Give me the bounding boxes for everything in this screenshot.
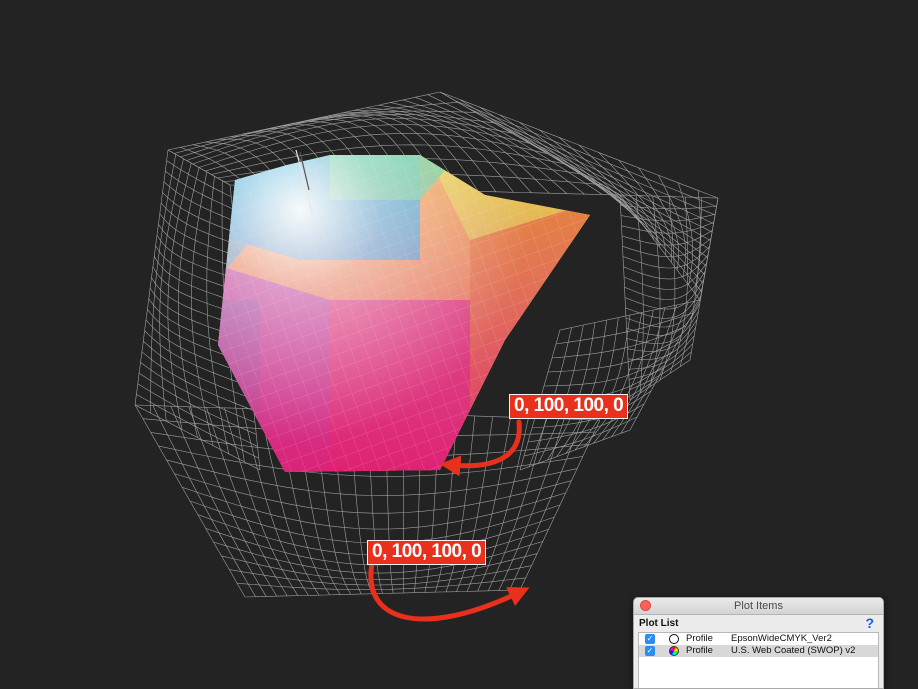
list-item[interactable]: ✓ Profile EpsonWideCMYK_Ver2 <box>639 633 878 645</box>
item-name: U.S. Web Coated (SWOP) v2 <box>731 645 856 656</box>
panel-titlebar[interactable]: Plot Items <box>634 598 883 615</box>
item-type: Profile <box>686 645 713 656</box>
inner-gamut-solid <box>218 155 590 472</box>
checkbox-icon[interactable]: ✓ <box>645 646 655 656</box>
callout-label-inner: 0, 100, 100, 0 <box>509 394 629 419</box>
outline-circle-icon <box>669 634 679 644</box>
plot-items-panel[interactable]: Plot Items Plot List ? ✓ Profile EpsonWi… <box>633 597 884 689</box>
plot-list[interactable]: ✓ Profile EpsonWideCMYK_Ver2 ✓ Profile U… <box>638 632 879 688</box>
gamut-3d-viewport[interactable] <box>0 0 918 675</box>
item-type: Profile <box>686 633 713 644</box>
color-wheel-icon <box>669 646 679 656</box>
plot-list-header: Plot List ? <box>634 615 883 631</box>
help-icon[interactable]: ? <box>865 615 874 631</box>
panel-title: Plot Items <box>734 600 783 612</box>
list-item[interactable]: ✓ Profile U.S. Web Coated (SWOP) v2 <box>639 645 878 657</box>
plot-list-label: Plot List <box>639 618 679 629</box>
callout-label-outer: 0, 100, 100, 0 <box>367 540 487 565</box>
item-name: EpsonWideCMYK_Ver2 <box>731 633 832 644</box>
checkbox-icon[interactable]: ✓ <box>645 634 655 644</box>
